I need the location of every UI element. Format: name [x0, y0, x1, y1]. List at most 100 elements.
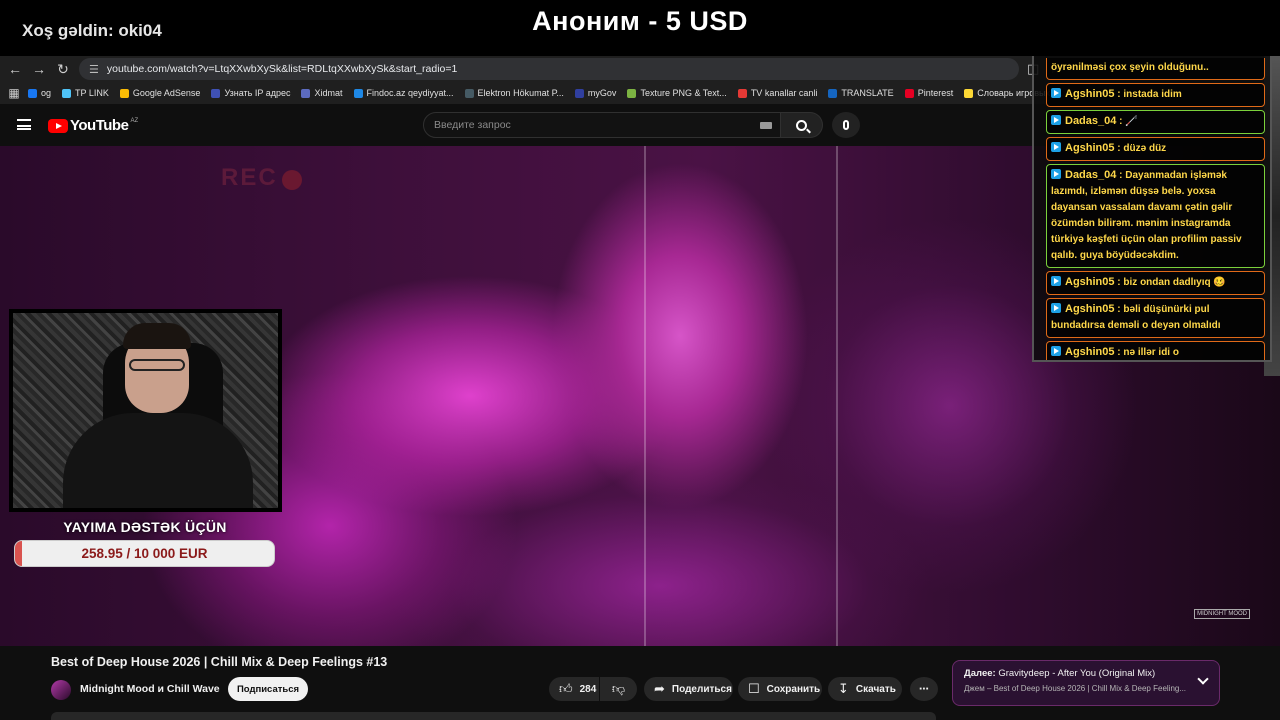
- chat-username: Agshin05: [1065, 276, 1115, 288]
- youtube-play-icon: [48, 118, 68, 133]
- site-info-icon[interactable]: ☰: [89, 63, 99, 76]
- bookmark-favicon-icon: [828, 88, 838, 98]
- save-button[interactable]: ☐ Сохранить: [738, 677, 822, 701]
- chat-message: Agshin05 : biz ondan dadlıyıq 🥴: [1046, 271, 1265, 295]
- youtube-logo[interactable]: YouTube AZ: [48, 117, 138, 134]
- forward-icon[interactable]: →: [27, 57, 51, 81]
- bookmark-favicon-icon: [353, 88, 363, 98]
- platform-icon: [1051, 276, 1061, 286]
- bookmark-item[interactable]: Google AdSense: [119, 88, 201, 98]
- chat-text: düzə düz: [1123, 143, 1167, 154]
- rec-label: REC: [221, 164, 278, 191]
- chat-username: Dadas_04: [1065, 169, 1117, 181]
- platform-icon: [1051, 142, 1061, 152]
- reload-icon[interactable]: ↻: [51, 57, 75, 81]
- chat-separator: :: [1116, 116, 1126, 127]
- chat-text: Dayanmadan işləmək lazımdı, izləmən düşs…: [1051, 170, 1242, 261]
- bookmark-label: Pinterest: [917, 88, 954, 98]
- chat-message: Agshin05 : nə illər idi o illər..Doymuşd…: [1046, 341, 1265, 360]
- bookmark-favicon-icon: [574, 88, 584, 98]
- bookmark-favicon-icon: [62, 88, 72, 98]
- bookmark-favicon-icon: [464, 88, 474, 98]
- chat-message: öyrənilməsi çox şeyin olduğunu..: [1046, 58, 1265, 80]
- download-label: Скачать: [855, 683, 896, 695]
- microphone-icon: [843, 120, 849, 130]
- share-button[interactable]: ➦ Поделиться: [644, 677, 733, 701]
- bookmark-item[interactable]: og: [28, 88, 51, 98]
- bookmark-icon: ☐: [748, 681, 760, 696]
- bookmark-favicon-icon: [737, 88, 747, 98]
- chat-message: Agshin05 : düzə düz: [1046, 137, 1265, 161]
- video-title: Best of Deep House 2026 | Chill Mix & De…: [51, 655, 388, 669]
- chat-username: Agshin05: [1065, 346, 1115, 358]
- download-button[interactable]: ↧ Скачать: [828, 677, 902, 701]
- bookmark-item[interactable]: Elektron Hökumat P...: [464, 88, 564, 98]
- support-title: YAYIMA DƏSTƏK ÜÇÜN: [63, 519, 227, 535]
- chat-text: instada idim: [1123, 89, 1182, 100]
- keyboard-icon[interactable]: [760, 122, 772, 129]
- chat-username: Agshin05: [1065, 88, 1115, 100]
- search-button[interactable]: [781, 112, 823, 138]
- thumbs-down-icon: 👎︎: [611, 681, 626, 696]
- rec-dot-icon: [282, 170, 302, 190]
- like-button[interactable]: 👍︎ 284: [549, 677, 599, 701]
- donation-goal-bar: 258.95 / 10 000 EUR: [14, 540, 275, 567]
- download-icon: ↧: [838, 681, 849, 696]
- webcam-overlay: [9, 309, 282, 512]
- like-count: 284: [579, 683, 597, 695]
- stream-top-bar: Xoş gəldin: oki04 Аноним - 5 USD: [0, 0, 1280, 56]
- hamburger-menu-icon[interactable]: [17, 119, 31, 130]
- bookmark-item[interactable]: Xidmat: [301, 88, 343, 98]
- bookmark-item[interactable]: Узнать IP адрес: [211, 88, 290, 98]
- bookmark-label: og: [41, 88, 52, 98]
- bookmark-label: Elektron Hökumat P...: [477, 88, 564, 98]
- bookmark-item[interactable]: Texture PNG & Text...: [627, 88, 727, 98]
- bookmark-item[interactable]: Findoc.az qeydiyyat...: [353, 88, 454, 98]
- bookmark-label: Texture PNG & Text...: [640, 88, 727, 98]
- streamer-hair: [123, 323, 191, 349]
- bookmark-favicon-icon: [301, 88, 311, 98]
- donation-goal-text: 258.95 / 10 000 EUR: [81, 546, 208, 561]
- bookmark-label: myGov: [587, 88, 617, 98]
- bookmark-item[interactable]: TV kanallar canli: [737, 88, 817, 98]
- bookmark-item[interactable]: myGov: [574, 88, 617, 98]
- bookmark-item[interactable]: TP LINK: [62, 88, 109, 98]
- subscribe-button[interactable]: Подписаться: [228, 677, 308, 701]
- chat-overlay: öyrənilməsi çox şeyin olduğunu.. Agshin05…: [1032, 56, 1272, 362]
- chat-username: Agshin05: [1065, 303, 1115, 315]
- bookmark-favicon-icon: [627, 88, 637, 98]
- bookmark-favicon-icon: [28, 88, 37, 98]
- channel-name[interactable]: Midnight Mood и Chill Wave: [80, 683, 220, 695]
- apps-grid-icon[interactable]: ▦: [0, 86, 28, 100]
- description-box[interactable]: [51, 712, 936, 720]
- chat-message: Agshin05 : bəli düşünürki pul bundadırsa…: [1046, 298, 1265, 338]
- back-icon[interactable]: ←: [3, 57, 27, 81]
- chat-message: Dadas_04 : 🦯: [1046, 110, 1265, 134]
- chat-username: Dadas_04: [1065, 115, 1117, 127]
- dislike-button[interactable]: 👎︎: [600, 677, 637, 701]
- up-next-track: Gravitydeep - After You (Original Mix): [998, 668, 1156, 679]
- region-code: AZ: [130, 118, 139, 124]
- bookmark-item[interactable]: TRANSLATE: [828, 88, 894, 98]
- streamer-glasses: [129, 359, 185, 371]
- chat-text: biz ondan dadlıyıq 🥴: [1123, 277, 1226, 288]
- video-light-streak: [836, 146, 838, 646]
- bookmark-label: TP LINK: [75, 88, 109, 98]
- chat-message: Agshin05 : instada idim: [1046, 83, 1265, 107]
- search-input[interactable]: [424, 113, 780, 137]
- youtube-wordmark: YouTube: [70, 117, 129, 134]
- channel-watermark[interactable]: MIDNIGHT MOOD: [1194, 609, 1250, 619]
- bookmark-label: Google AdSense: [132, 88, 201, 98]
- bookmark-favicon-icon: [119, 88, 129, 98]
- address-bar[interactable]: ☰ youtube.com/watch?v=LtqXXwbXySk&list=R…: [79, 58, 1019, 80]
- voice-search-button[interactable]: [832, 112, 860, 138]
- share-label: Поделиться: [671, 683, 732, 695]
- chat-message: Dadas_04 : Dayanmadan işləmək lazımdı, i…: [1046, 164, 1265, 268]
- more-actions-button[interactable]: ⋯: [910, 677, 938, 701]
- bookmark-label: TRANSLATE: [841, 88, 894, 98]
- donation-alert: Аноним - 5 USD: [532, 6, 748, 36]
- up-next-card[interactable]: Далее: Gravitydeep - After You (Original…: [952, 660, 1220, 706]
- platform-icon: [1051, 303, 1061, 313]
- channel-avatar[interactable]: [51, 680, 71, 700]
- bookmark-item[interactable]: Pinterest: [904, 88, 954, 98]
